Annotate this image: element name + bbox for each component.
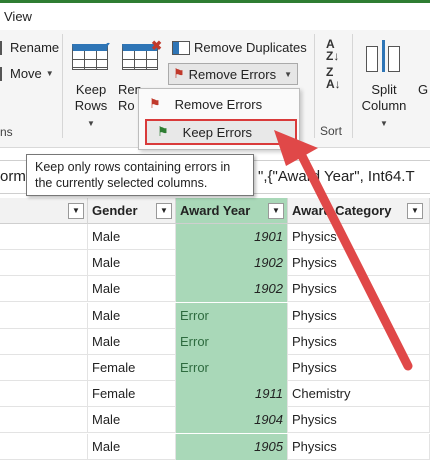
- table-cell-award-year[interactable]: 1902: [176, 276, 288, 303]
- ribbon-separator: [314, 34, 315, 138]
- table-cell-award-year[interactable]: 1901: [176, 224, 288, 250]
- partial-right-button[interactable]: G: [418, 82, 428, 98]
- table-cell-award-category[interactable]: Physics: [288, 276, 430, 303]
- sort-descending-icon[interactable]: Z A↓: [326, 66, 341, 90]
- table-row[interactable]: Female Error Physics: [0, 355, 430, 381]
- column-header[interactable]: ▼: [0, 198, 88, 224]
- split-column-button[interactable]: Split Column ▼: [356, 82, 412, 132]
- filter-dropdown-icon[interactable]: ▼: [68, 203, 84, 219]
- table-cell[interactable]: [0, 381, 88, 408]
- table-cell[interactable]: [0, 355, 88, 381]
- table-row[interactable]: Male 1902 Physics: [0, 276, 430, 303]
- remove-duplicates-button[interactable]: Remove Duplicates: [172, 40, 307, 55]
- table-cell-gender[interactable]: Male: [88, 224, 176, 250]
- table-cell-award-category[interactable]: Chemistry: [288, 381, 430, 408]
- chevron-down-icon: ▼: [87, 119, 95, 128]
- tab-view[interactable]: View: [4, 9, 32, 24]
- ribbon-separator: [62, 34, 63, 138]
- table-cell-gender[interactable]: Male: [88, 250, 176, 277]
- ribbon-separator: [352, 34, 353, 138]
- column-header-award-category[interactable]: Award Category ▼: [288, 198, 430, 224]
- table-cell-award-year[interactable]: 1904: [176, 407, 288, 434]
- group-label-partial: ns: [0, 125, 13, 139]
- table-cell-gender[interactable]: Male: [88, 433, 176, 460]
- group-label-sort: Sort: [320, 124, 343, 138]
- table-cell-award-category[interactable]: Physics: [288, 355, 430, 381]
- table-row[interactable]: Male 1905 Physics: [0, 433, 430, 460]
- table-row[interactable]: Male Error Physics: [0, 302, 430, 329]
- chevron-down-icon[interactable]: ▼: [284, 70, 292, 79]
- table-cell-award-year[interactable]: 1902: [176, 250, 288, 277]
- remove-duplicates-icon: [172, 40, 190, 55]
- table-cell-award-year[interactable]: 1905: [176, 433, 288, 460]
- move-button[interactable]: Move ▼: [0, 66, 54, 81]
- table-cell-award-category[interactable]: Physics: [288, 250, 430, 277]
- table-cell[interactable]: [0, 407, 88, 434]
- table-cell[interactable]: [0, 250, 88, 277]
- table-row[interactable]: Male 1901 Physics: [0, 224, 430, 250]
- top-bar: View: [0, 0, 430, 30]
- keep-rows-icon: ✔: [72, 39, 111, 73]
- table-cell-gender[interactable]: Male: [88, 328, 176, 355]
- filter-dropdown-icon[interactable]: ▼: [268, 203, 284, 219]
- table-cell-gender[interactable]: Male: [88, 407, 176, 434]
- table-row[interactable]: Male 1902 Physics: [0, 250, 430, 277]
- table-cell-award-year[interactable]: Error: [176, 302, 288, 329]
- sort-ascending-icon[interactable]: A Z↓: [326, 38, 339, 62]
- table-row[interactable]: Female 1911 Chemistry: [0, 381, 430, 408]
- table-row[interactable]: Male Error Physics: [0, 328, 430, 355]
- flag-check-icon: ⚑: [157, 124, 169, 139]
- chevron-down-icon: ▼: [45, 69, 54, 78]
- rename-button[interactable]: Rename: [0, 40, 59, 55]
- table-cell-gender[interactable]: Female: [88, 355, 176, 381]
- remove-rows-icon: ✖: [122, 38, 162, 73]
- table-cell-gender[interactable]: Female: [88, 381, 176, 408]
- chevron-down-icon: ▼: [380, 119, 388, 128]
- remove-errors-button[interactable]: ⚑ Remove Errors ▼: [168, 63, 298, 85]
- table-cell-award-category[interactable]: Physics: [288, 302, 430, 329]
- table-cell-award-category[interactable]: Physics: [288, 407, 430, 434]
- table-row[interactable]: Male 1904 Physics: [0, 407, 430, 434]
- formula-text-left: orm: [0, 168, 26, 185]
- keep-rows-button[interactable]: Keep Rows ▼: [70, 82, 112, 132]
- split-column-icon: [366, 40, 402, 72]
- tooltip: Keep only rows containing errors in the …: [26, 154, 254, 196]
- table-cell-award-category[interactable]: Physics: [288, 328, 430, 355]
- flag-x-icon: ⚑: [149, 96, 161, 111]
- menu-item-keep-errors[interactable]: ⚑ Keep Errors: [145, 119, 297, 145]
- table-cell-gender[interactable]: Male: [88, 302, 176, 329]
- table-cell[interactable]: [0, 302, 88, 329]
- formula-text-right: ",{"Award Year", Int64.T: [258, 168, 415, 185]
- rename-icon: [0, 40, 6, 55]
- table-cell[interactable]: [0, 328, 88, 355]
- filter-dropdown-icon[interactable]: ▼: [156, 203, 172, 219]
- table-cell-award-category[interactable]: Physics: [288, 224, 430, 250]
- filter-dropdown-icon[interactable]: ▼: [407, 203, 423, 219]
- menu-item-remove-errors[interactable]: ⚑ Remove Errors: [139, 91, 299, 117]
- table-cell-award-year[interactable]: 1911: [176, 381, 288, 408]
- column-header-award-year[interactable]: Award Year ▼: [176, 198, 288, 224]
- table-cell[interactable]: [0, 433, 88, 460]
- remove-errors-menu: ⚑ Remove Errors ⚑ Keep Errors: [138, 88, 300, 150]
- table-cell-award-category[interactable]: Physics: [288, 433, 430, 460]
- move-icon: [0, 66, 6, 81]
- flag-x-icon: ⚑: [173, 66, 185, 81]
- table-cell-award-year[interactable]: Error: [176, 328, 288, 355]
- table-cell-gender[interactable]: Male: [88, 276, 176, 303]
- table-cell-award-year[interactable]: Error: [176, 355, 288, 381]
- table-cell[interactable]: [0, 224, 88, 250]
- table-cell[interactable]: [0, 276, 88, 303]
- column-header-gender[interactable]: Gender ▼: [88, 198, 176, 224]
